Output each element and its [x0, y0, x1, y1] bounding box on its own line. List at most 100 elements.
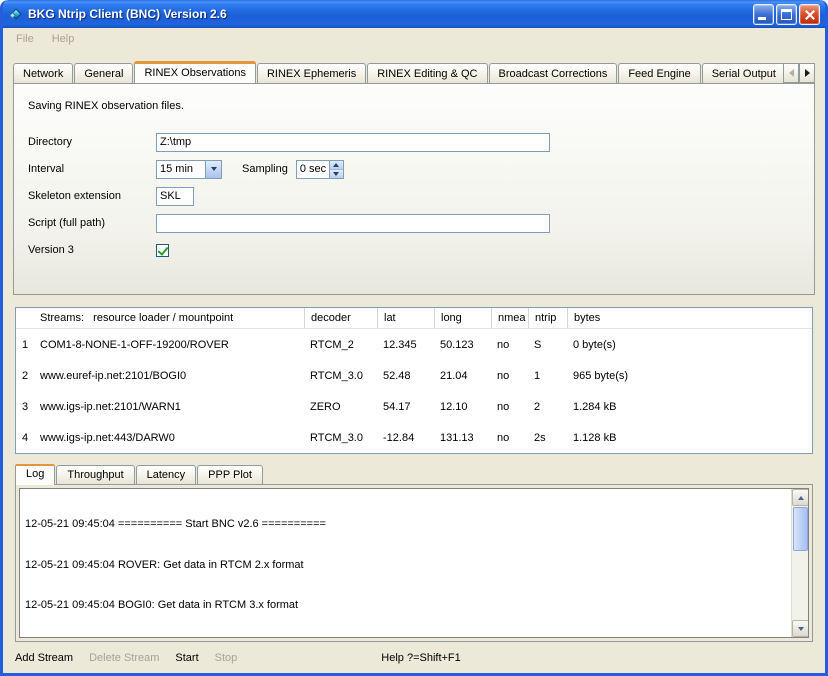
title-bar[interactable]: BKG Ntrip Client (BNC) Version 2.6	[3, 0, 825, 28]
version3-label: Version 3	[28, 244, 156, 256]
directory-label: Directory	[28, 136, 156, 148]
cell-long: 50.123	[434, 339, 491, 351]
interval-dropdown-button[interactable]	[205, 161, 221, 178]
panel-intro-text: Saving RINEX observation files.	[28, 100, 800, 112]
tab-scroll-right-button[interactable]	[799, 63, 815, 83]
header-lat: lat	[377, 308, 434, 328]
delete-stream-button[interactable]: Delete Stream	[89, 652, 159, 664]
header-ntrip: ntrip	[528, 308, 567, 328]
tab-feed-engine[interactable]: Feed Engine	[618, 63, 700, 83]
tab-throughput[interactable]: Throughput	[56, 465, 134, 484]
minimize-icon	[758, 17, 766, 20]
interval-select[interactable]: 15 min	[156, 160, 222, 179]
menu-item-help[interactable]: Help	[43, 30, 84, 48]
cell-mountpoint: www.euref-ip.net:2101/BOGI0	[34, 370, 304, 382]
cell-nmea: no	[491, 339, 528, 351]
help-shortcut-text: Help ?=Shift+F1	[381, 652, 461, 664]
cell-lat: 54.17	[377, 401, 434, 413]
table-row[interactable]: 4 www.igs-ip.net:443/DARW0 RTCM_3.0 -12.…	[16, 422, 812, 453]
log-pane: 12-05-21 09:45:04 ========== Start BNC v…	[15, 484, 813, 642]
tab-network[interactable]: Network	[13, 63, 73, 83]
log-scrollbar[interactable]	[791, 489, 808, 637]
cell-bytes: 1.128 kB	[567, 432, 812, 444]
tab-broadcast-corrections[interactable]: Broadcast Corrections	[489, 63, 618, 83]
header-bytes: bytes	[567, 308, 812, 328]
scrollbar-thumb[interactable]	[793, 507, 808, 551]
table-row[interactable]: 1 COM1-8-NONE-1-OFF-19200/ROVER RTCM_2 1…	[16, 329, 812, 360]
app-icon	[10, 8, 23, 21]
log-text-area[interactable]: 12-05-21 09:45:04 ========== Start BNC v…	[19, 488, 809, 638]
cell-decoder: ZERO	[304, 401, 377, 413]
cell-nmea: no	[491, 370, 528, 382]
streams-table-header: Streams: resource loader / mountpoint de…	[16, 308, 812, 329]
tab-log[interactable]: Log	[15, 464, 55, 485]
maximize-button[interactable]	[776, 4, 797, 25]
sampling-down-button[interactable]	[330, 169, 343, 178]
main-tab-bar: Network General RINEX Observations RINEX…	[13, 61, 815, 83]
cell-bytes: 1.284 kB	[567, 401, 812, 413]
header-nmea: nmea	[491, 308, 528, 328]
skeleton-extension-field[interactable]	[156, 187, 194, 206]
add-stream-button[interactable]: Add Stream	[15, 652, 73, 664]
cell-mountpoint: COM1-8-NONE-1-OFF-19200/ROVER	[34, 339, 304, 351]
streams-table: Streams: resource loader / mountpoint de…	[15, 307, 813, 454]
cell-bytes: 0 byte(s)	[567, 339, 812, 351]
close-button[interactable]	[799, 4, 820, 25]
cell-mountpoint: www.igs-ip.net:2101/WARN1	[34, 401, 304, 413]
cell-ntrip: 2	[528, 401, 567, 413]
menu-bar: File Help	[3, 28, 825, 49]
cell-bytes: 965 byte(s)	[567, 370, 812, 382]
window-title: BKG Ntrip Client (BNC) Version 2.6	[28, 7, 748, 21]
cell-decoder: RTCM_3.0	[304, 370, 377, 382]
sampling-stepper[interactable]: 0 sec	[296, 160, 344, 179]
header-decoder: decoder	[304, 308, 377, 328]
log-line: 12-05-21 09:45:04 ROVER: Get data in RTC…	[25, 559, 786, 573]
maximize-icon	[781, 9, 792, 20]
directory-field[interactable]	[156, 133, 550, 152]
minimize-button[interactable]	[753, 4, 774, 25]
header-long: long	[434, 308, 491, 328]
sampling-label: Sampling	[242, 163, 288, 175]
interval-value: 15 min	[157, 163, 205, 175]
tab-rinex-observations[interactable]: RINEX Observations	[134, 61, 255, 83]
rinex-observations-panel: Saving RINEX observation files. Director…	[13, 83, 815, 295]
tab-scroll-left-button[interactable]	[783, 63, 799, 83]
script-path-field[interactable]	[156, 214, 550, 233]
tab-serial-output[interactable]: Serial Output	[702, 63, 786, 83]
interval-label: Interval	[28, 163, 156, 175]
cell-lat: 12.345	[377, 339, 434, 351]
cell-long: 131.13	[434, 432, 491, 444]
cell-decoder: RTCM_2	[304, 339, 377, 351]
tab-rinex-ephemeris[interactable]: RINEX Ephemeris	[257, 63, 366, 83]
tab-general[interactable]: General	[74, 63, 133, 83]
cell-ntrip: 1	[528, 370, 567, 382]
tab-latency[interactable]: Latency	[136, 465, 197, 484]
sampling-value: 0 sec	[297, 161, 329, 178]
chevron-down-icon	[211, 167, 217, 171]
cell-ntrip: 2s	[528, 432, 567, 444]
chevron-up-icon	[798, 496, 804, 500]
tab-ppp-plot[interactable]: PPP Plot	[197, 465, 263, 484]
version3-checkbox[interactable]	[156, 244, 169, 257]
chevron-down-icon	[333, 172, 339, 176]
header-mountpoint: Streams: resource loader / mountpoint	[34, 308, 304, 328]
bottom-button-bar: Add Stream Delete Stream Start Stop Help…	[3, 642, 825, 673]
cell-nmea: no	[491, 432, 528, 444]
chevron-up-icon	[333, 163, 339, 167]
table-row[interactable]: 2 www.euref-ip.net:2101/BOGI0 RTCM_3.0 5…	[16, 360, 812, 391]
scroll-down-button[interactable]	[792, 620, 809, 637]
start-button[interactable]: Start	[175, 652, 198, 664]
menu-item-file[interactable]: File	[7, 30, 43, 48]
cell-nmea: no	[491, 401, 528, 413]
script-path-label: Script (full path)	[28, 217, 156, 229]
cell-lat: 52.48	[377, 370, 434, 382]
log-line: 12-05-21 09:45:04 ========== Start BNC v…	[25, 518, 786, 532]
tab-rinex-editing-qc[interactable]: RINEX Editing & QC	[367, 63, 487, 83]
cell-lat: -12.84	[377, 432, 434, 444]
stop-button[interactable]: Stop	[215, 652, 238, 664]
scroll-up-button[interactable]	[792, 489, 809, 506]
table-row[interactable]: 3 www.igs-ip.net:2101/WARN1 ZERO 54.17 1…	[16, 391, 812, 422]
chevron-left-icon	[789, 69, 794, 77]
sampling-up-button[interactable]	[330, 161, 343, 169]
cell-decoder: RTCM_3.0	[304, 432, 377, 444]
